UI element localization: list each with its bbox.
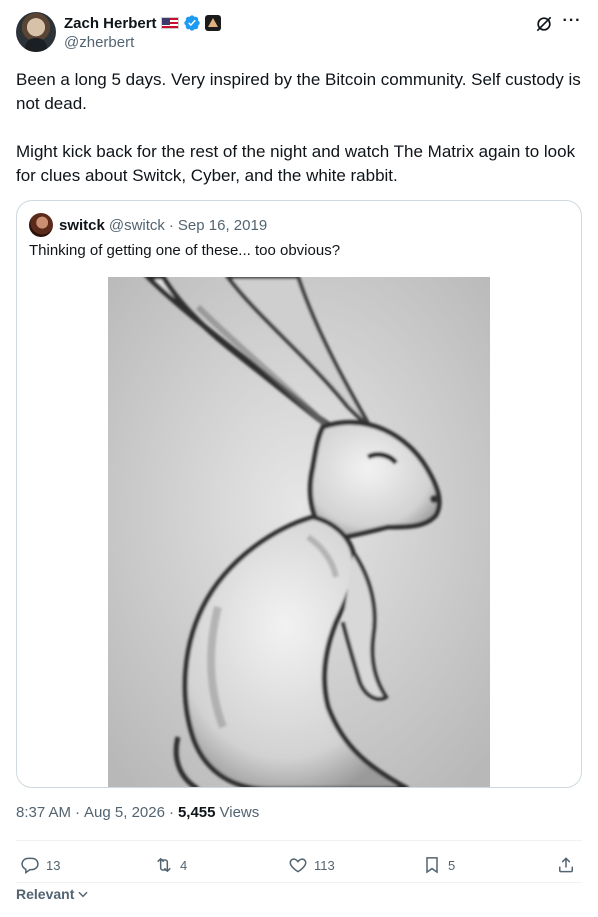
us-flag-icon bbox=[160, 17, 179, 29]
views-label: Views bbox=[219, 804, 260, 821]
tweet-text: Been a long 5 days. Very inspired by the… bbox=[16, 68, 582, 212]
verified-badge-icon[interactable] bbox=[183, 14, 201, 32]
views-count: 5,455 bbox=[177, 804, 216, 821]
quote-text: Thinking of getting one of these... too … bbox=[29, 242, 341, 259]
tweet-paragraph: Might kick back for the rest of the nigh… bbox=[16, 142, 576, 185]
heart-icon bbox=[289, 858, 307, 873]
tweet-paragraph: Been a long 5 days. Very inspired by the… bbox=[16, 70, 581, 113]
meta-separator: · bbox=[75, 804, 81, 821]
like-button[interactable]: 113 bbox=[288, 850, 335, 880]
chevron-down-icon bbox=[78, 891, 88, 898]
tweet-timestamp: 8:37 AM · Aug 5, 2026 · 5,455 Views bbox=[16, 804, 259, 821]
quote-header: switck @switck · Sep 16, 2019 bbox=[29, 213, 267, 237]
affiliate-badge-icon[interactable] bbox=[204, 15, 221, 31]
share-icon bbox=[559, 857, 573, 873]
bookmark-icon bbox=[426, 857, 438, 874]
author-avatar[interactable] bbox=[16, 12, 56, 52]
grok-icon[interactable] bbox=[534, 14, 554, 34]
post-date[interactable]: Aug 5, 2026 bbox=[84, 804, 165, 821]
reply-button[interactable]: 13 bbox=[20, 850, 60, 880]
quote-separator: · bbox=[168, 216, 174, 234]
sort-label: Relevant bbox=[16, 886, 75, 902]
tweet: Zach Herbert @zherbert ··· Been a long 5… bbox=[0, 0, 598, 917]
repost-button[interactable]: 4 bbox=[154, 850, 187, 880]
reply-count: 13 bbox=[46, 857, 61, 873]
more-icon[interactable]: ··· bbox=[562, 13, 582, 34]
share-button[interactable] bbox=[556, 850, 576, 880]
author-handle[interactable]: @zherbert bbox=[64, 34, 134, 51]
post-time[interactable]: 8:37 AM bbox=[16, 804, 71, 821]
divider bbox=[16, 840, 582, 841]
white-rabbit-sketch bbox=[108, 277, 490, 787]
like-count: 113 bbox=[314, 857, 335, 873]
tweet-header: Zach Herbert @zherbert ··· bbox=[16, 12, 582, 56]
quote-author-avatar bbox=[29, 213, 53, 237]
quote-author-name: switck bbox=[59, 216, 105, 234]
bookmark-count: 5 bbox=[448, 857, 456, 873]
repost-icon bbox=[157, 857, 171, 873]
author-name[interactable]: Zach Herbert bbox=[64, 15, 157, 32]
bookmark-button[interactable]: 5 bbox=[422, 850, 455, 880]
author-name-row: Zach Herbert bbox=[64, 13, 221, 33]
quote-image[interactable] bbox=[108, 277, 490, 787]
quote-author-handle: @switck bbox=[108, 216, 165, 234]
quoted-tweet[interactable]: switck @switck · Sep 16, 2019 Thinking o… bbox=[16, 200, 582, 788]
quote-date: Sep 16, 2019 bbox=[177, 216, 268, 234]
repost-count: 4 bbox=[180, 857, 188, 873]
reply-icon bbox=[21, 857, 39, 874]
sort-replies-button[interactable]: Relevant bbox=[16, 886, 90, 902]
meta-separator: · bbox=[168, 804, 174, 821]
tweet-actions: 13 4 113 5 bbox=[16, 850, 582, 880]
divider bbox=[16, 882, 582, 883]
